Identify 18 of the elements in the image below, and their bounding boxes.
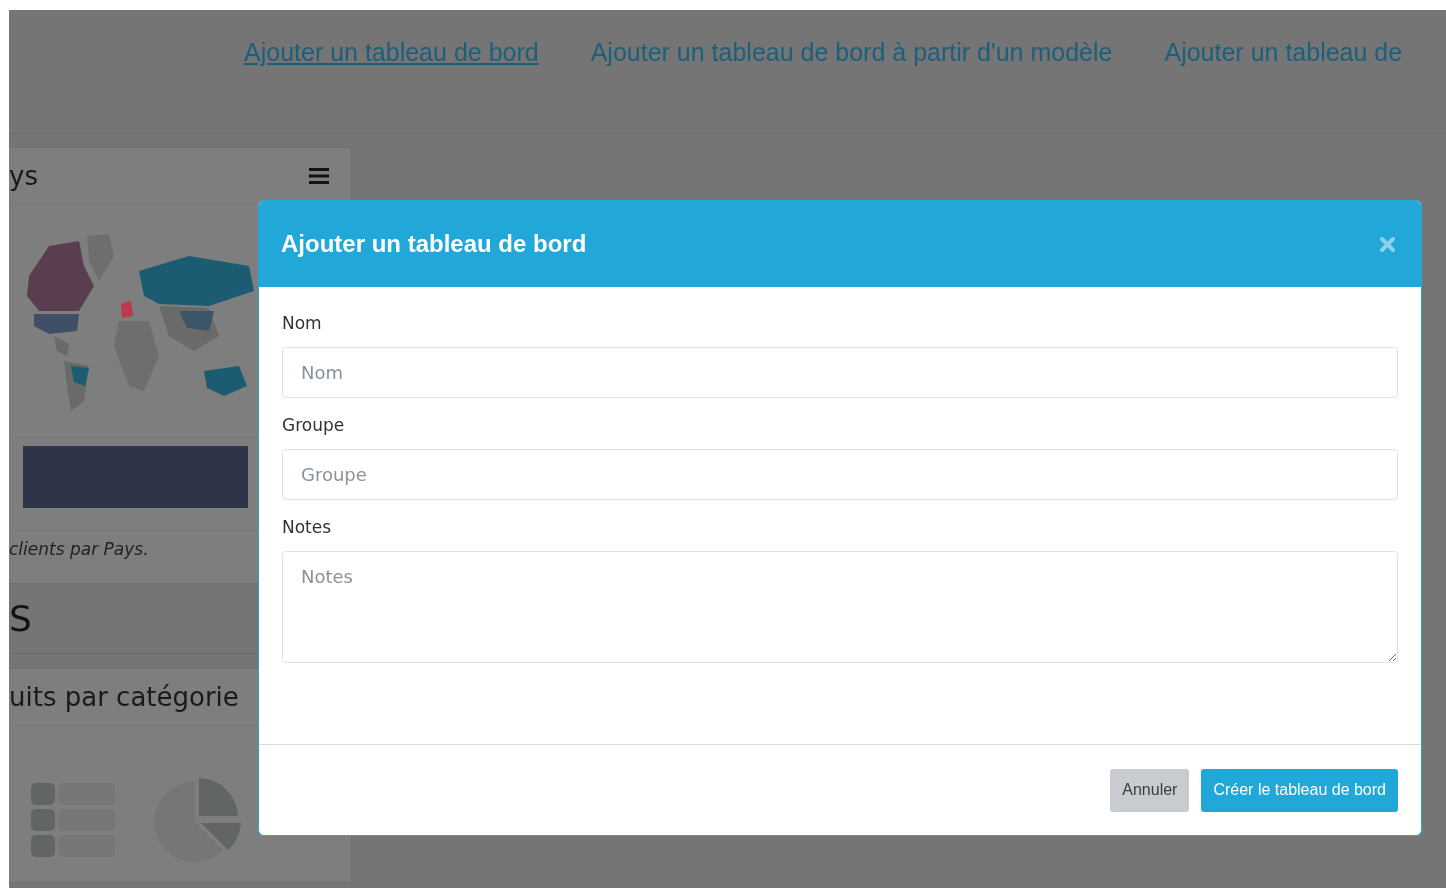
nav-link[interactable]: Ajouter un tableau de bord (244, 38, 539, 67)
notes-field[interactable]: Notes (282, 551, 1398, 663)
text-field[interactable]: Nom (282, 347, 1398, 398)
field-label: Nom (282, 313, 323, 333)
cancel-button[interactable]: Annuler (1110, 768, 1190, 812)
pie-chart-icon (153, 778, 243, 862)
menu-icon[interactable] (309, 167, 329, 185)
text-field[interactable]: Groupe (282, 449, 1398, 500)
modal-title: Ajouter un tableau de bord (281, 230, 587, 258)
card-caption: clients par Pays. (9, 539, 149, 559)
field-label: Notes (282, 517, 333, 537)
table-icon (31, 783, 115, 857)
card-title: uits par catégorie (9, 682, 239, 712)
card-title: ys (9, 161, 38, 191)
nav-link[interactable]: Ajouter un tableau de (1164, 38, 1403, 67)
field-label: Groupe (282, 415, 346, 435)
create-button[interactable]: Créer le tableau de bord (1201, 768, 1398, 812)
nav-link[interactable]: Ajouter un tableau de bord à partir d'un modèle (590, 38, 1113, 67)
